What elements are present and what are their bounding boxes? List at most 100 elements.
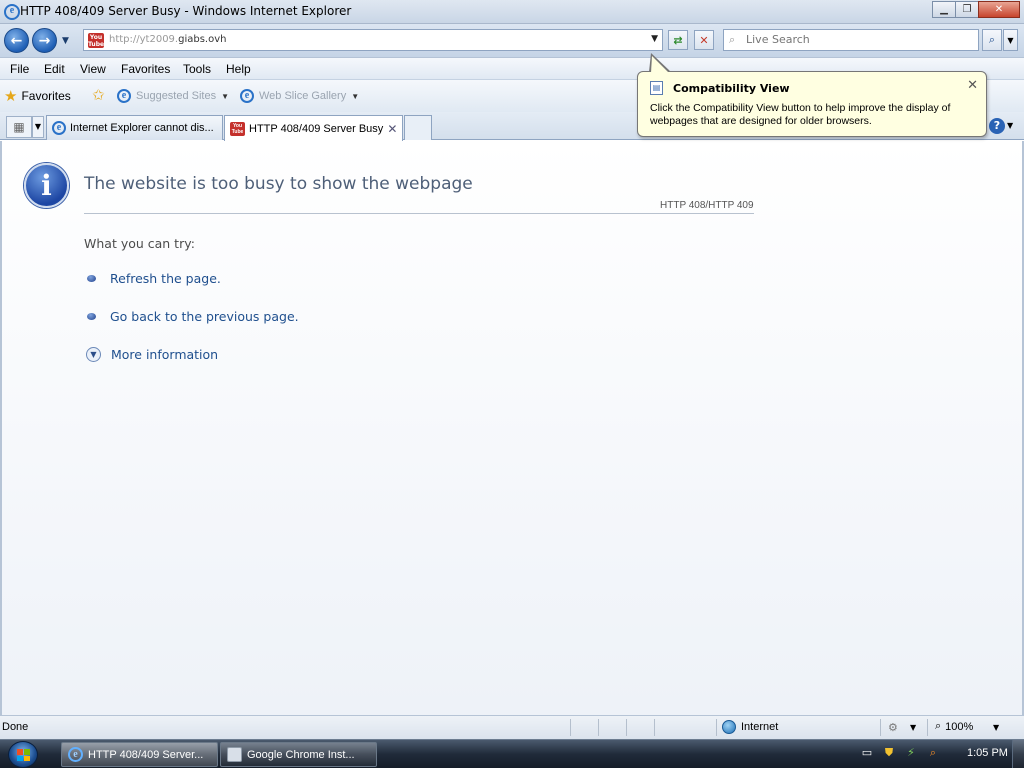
what-you-can-try-label: What you can try: [84, 236, 195, 251]
chevron-down-icon: ▼ [221, 91, 230, 101]
suggested-sites-link[interactable]: e Suggested Sites ▼ [117, 89, 229, 103]
zone-label: Internet [741, 721, 779, 733]
url-domain: giabs.ovh [178, 34, 227, 45]
refresh-button[interactable]: ⇄ [668, 30, 688, 50]
close-tab-icon[interactable]: ✕ [387, 122, 397, 136]
tab-server-busy[interactable]: You Tube HTTP 408/409 Server Busy ✕ [224, 115, 403, 141]
minimize-button[interactable]: ▁ [932, 1, 956, 18]
help-icon[interactable]: ? [989, 118, 1005, 134]
clock[interactable]: 1:05 PM [967, 747, 1008, 759]
stop-button[interactable]: ✕ [694, 30, 714, 50]
taskbar-button-ie[interactable]: e HTTP 408/409 Server... [61, 742, 218, 767]
bullet-icon [87, 313, 96, 320]
navigation-bar: ← → ▼ You Tube http://yt2009.giabs.ovh ▼… [0, 24, 1024, 58]
search-box[interactable]: ⌕ [723, 29, 979, 51]
system-tray: ▭ ⛊ ⚡ ⌕ [860, 746, 940, 760]
protected-mode-icon[interactable]: ⚙ [888, 721, 898, 734]
tab-ie-cannot-display[interactable]: e Internet Explorer cannot dis... [46, 115, 223, 140]
title-bar: e HTTP 408/409 Server Busy - Windows Int… [0, 0, 1024, 24]
back-button[interactable]: ← [4, 28, 29, 53]
status-divider [716, 719, 717, 736]
tab-label: Internet Explorer cannot dis... [70, 122, 214, 134]
taskbar-label: Google Chrome Inst... [247, 748, 355, 761]
web-slice-gallery-label: Web Slice Gallery [259, 90, 347, 102]
status-divider [654, 719, 655, 736]
refresh-icon: ⇄ [673, 33, 683, 47]
suggestion-refresh[interactable]: Refresh the page. [87, 271, 221, 286]
zoom-control[interactable]: ⌕ 100% [935, 720, 973, 733]
taskbar-button-chrome-installer[interactable]: Google Chrome Inst... [220, 742, 377, 767]
url-prefix: http://yt2009. [109, 34, 179, 45]
menu-view[interactable]: View [80, 62, 106, 76]
status-text: Done [2, 721, 29, 733]
suggestion-go-back[interactable]: Go back to the previous page. [87, 309, 299, 324]
tab-label: HTTP 408/409 Server Busy [249, 122, 384, 135]
network-icon[interactable]: ⚡ [904, 746, 918, 760]
add-to-favorites-bar-icon[interactable]: ✩ [92, 86, 105, 104]
window-controls: ▁ ❐ ✕ [932, 1, 1020, 18]
taskbar-label: HTTP 408/409 Server... [88, 748, 204, 761]
more-information-link[interactable]: More information [111, 347, 218, 362]
ie-icon: e [240, 89, 254, 103]
compatibility-view-callout: ▤ Compatibility View ✕ Click the Compati… [637, 71, 987, 137]
menu-edit[interactable]: Edit [44, 62, 65, 76]
page-content: i The website is too busy to show the we… [0, 141, 1024, 715]
show-desktop-button[interactable] [1012, 740, 1024, 768]
refresh-page-link[interactable]: Refresh the page. [110, 271, 221, 286]
new-tab-button[interactable] [404, 115, 432, 140]
address-bar[interactable]: You Tube http://yt2009.giabs.ovh ▼ [83, 29, 663, 51]
menu-tools[interactable]: Tools [183, 62, 211, 76]
search-icon[interactable]: ⌕ [926, 746, 940, 760]
address-url[interactable]: http://yt2009.giabs.ovh [109, 34, 226, 45]
stop-icon: ✕ [699, 33, 709, 47]
favorites-button[interactable]: ★ Favorites [4, 87, 71, 105]
bullet-icon [87, 275, 96, 282]
page-title: The website is too busy to show the webp… [84, 174, 473, 194]
shield-icon[interactable]: ⛊ [882, 746, 896, 760]
restore-button[interactable]: ❐ [955, 1, 979, 18]
search-button[interactable]: ⌕ [982, 29, 1002, 51]
callout-close-icon[interactable]: ✕ [967, 78, 978, 93]
security-zone[interactable]: Internet [722, 720, 778, 734]
help-dropdown[interactable]: ▼ [1007, 121, 1013, 130]
forward-button[interactable]: → [32, 28, 57, 53]
grid-icon: ▦ [13, 120, 25, 134]
recent-pages-dropdown[interactable]: ▼ [62, 36, 69, 46]
menu-help[interactable]: Help [226, 62, 251, 76]
youtube-favicon: You Tube [230, 121, 245, 136]
web-slice-gallery-link[interactable]: e Web Slice Gallery ▼ [240, 89, 359, 103]
address-dropdown-icon[interactable]: ▼ [651, 34, 658, 44]
chevron-down-icon[interactable]: ▼ [910, 723, 916, 732]
zoom-dropdown[interactable]: ▼ [993, 723, 999, 732]
globe-icon [722, 720, 736, 734]
status-divider [598, 719, 599, 736]
youtube-favicon: You Tube [88, 33, 105, 48]
error-code: HTTP 408/HTTP 409 [660, 200, 754, 211]
magnifier-icon: ⌕ [988, 33, 996, 46]
zoom-icon: ⌕ [935, 720, 942, 732]
menu-file[interactable]: File [10, 62, 29, 76]
search-options-dropdown[interactable]: ▼ [1003, 29, 1018, 51]
arrow-right-icon: → [38, 32, 51, 49]
ie-icon: e [52, 121, 66, 135]
search-input[interactable] [746, 33, 974, 46]
keyboard-icon[interactable]: ▭ [860, 746, 874, 760]
info-icon: i [24, 163, 69, 208]
menu-favorites[interactable]: Favorites [121, 62, 170, 76]
taskbar: e HTTP 408/409 Server... Google Chrome I… [0, 739, 1024, 768]
ie-icon: e [68, 747, 83, 762]
status-divider [570, 719, 571, 736]
close-button[interactable]: ✕ [978, 1, 1020, 18]
title-divider [84, 213, 754, 214]
compatibility-view-icon: ▤ [650, 81, 663, 95]
more-information-toggle[interactable]: ▼ More information [86, 347, 218, 362]
ie-icon: e [117, 89, 131, 103]
start-button[interactable] [8, 741, 38, 768]
installer-icon [227, 747, 242, 762]
quick-tabs-button[interactable]: ▦ [6, 116, 32, 138]
tab-list-dropdown[interactable]: ▼ [32, 116, 44, 138]
go-back-link[interactable]: Go back to the previous page. [110, 309, 299, 324]
window-title: HTTP 408/409 Server Busy - Windows Inter… [20, 4, 352, 18]
chevron-down-icon: ▼ [351, 91, 360, 101]
expand-down-icon: ▼ [86, 347, 101, 362]
